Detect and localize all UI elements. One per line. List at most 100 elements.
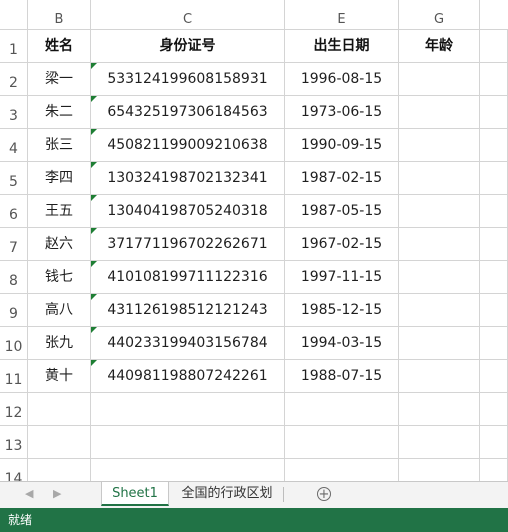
empty-cell[interactable]	[480, 63, 508, 96]
table-cell-dob[interactable]: 1996-08-15	[285, 63, 399, 96]
empty-cell[interactable]	[480, 426, 508, 459]
table-cell-age[interactable]	[399, 228, 480, 261]
table-cell-id[interactable]: 450821199009210638	[91, 129, 285, 162]
column-header-row: B C E G	[0, 0, 508, 30]
empty-cell[interactable]	[28, 459, 91, 481]
row-header-4[interactable]: 4	[0, 129, 28, 162]
header-cell[interactable]: 身份证号	[91, 30, 285, 63]
row-header-3[interactable]: 3	[0, 96, 28, 129]
table-cell-age[interactable]	[399, 162, 480, 195]
table-cell-name[interactable]: 梁一	[28, 63, 91, 96]
row-header-9[interactable]: 9	[0, 294, 28, 327]
add-sheet-icon[interactable]: +	[317, 487, 331, 501]
empty-cell[interactable]	[480, 129, 508, 162]
header-cell[interactable]: 出生日期	[285, 30, 399, 63]
table-cell-age[interactable]	[399, 63, 480, 96]
table-cell-name[interactable]: 李四	[28, 162, 91, 195]
column-header-g[interactable]: G	[399, 0, 480, 30]
table-cell-id[interactable]: 440233199403156784	[91, 327, 285, 360]
empty-cell[interactable]	[480, 30, 508, 63]
table-cell-age[interactable]	[399, 195, 480, 228]
table-cell-id[interactable]: 371771196702262671	[91, 228, 285, 261]
empty-cell[interactable]	[91, 459, 285, 481]
table-cell-name[interactable]: 钱七	[28, 261, 91, 294]
table-cell-dob[interactable]: 1987-05-15	[285, 195, 399, 228]
table-cell-dob[interactable]: 1990-09-15	[285, 129, 399, 162]
row-header-2[interactable]: 2	[0, 63, 28, 96]
empty-cell[interactable]	[480, 327, 508, 360]
table-cell-dob[interactable]: 1994-03-15	[285, 327, 399, 360]
table-cell-name[interactable]: 黄十	[28, 360, 91, 393]
table-cell-age[interactable]	[399, 360, 480, 393]
error-indicator-icon	[91, 228, 97, 234]
empty-cell[interactable]	[480, 261, 508, 294]
row-header-8[interactable]: 8	[0, 261, 28, 294]
empty-cell[interactable]	[399, 393, 480, 426]
empty-cell[interactable]	[480, 360, 508, 393]
table-cell-age[interactable]	[399, 327, 480, 360]
column-header-e[interactable]: E	[285, 0, 399, 30]
table-cell-age[interactable]	[399, 129, 480, 162]
header-cell[interactable]: 姓名	[28, 30, 91, 63]
row-header-6[interactable]: 6	[0, 195, 28, 228]
table-cell-name[interactable]: 赵六	[28, 228, 91, 261]
empty-cell[interactable]	[285, 426, 399, 459]
empty-cell[interactable]	[28, 426, 91, 459]
empty-cell[interactable]	[480, 294, 508, 327]
column-header-next[interactable]	[480, 0, 508, 30]
empty-cell[interactable]	[480, 162, 508, 195]
next-sheet-icon[interactable]: ▶	[53, 487, 61, 500]
tab-admin-divisions[interactable]: 全国的行政区划	[172, 482, 282, 506]
table-cell-age[interactable]	[399, 96, 480, 129]
table-cell-dob[interactable]: 1973-06-15	[285, 96, 399, 129]
empty-cell[interactable]	[480, 96, 508, 129]
empty-cell[interactable]	[480, 393, 508, 426]
table-cell-id[interactable]: 654325197306184563	[91, 96, 285, 129]
table-cell-dob[interactable]: 1985-12-15	[285, 294, 399, 327]
row-header-7[interactable]: 7	[0, 228, 28, 261]
table-cell-dob[interactable]: 1988-07-15	[285, 360, 399, 393]
table-cell-id[interactable]: 130404198705240318	[91, 195, 285, 228]
empty-cell[interactable]	[480, 195, 508, 228]
empty-cell[interactable]	[91, 426, 285, 459]
table-cell-id[interactable]: 533124199608158931	[91, 63, 285, 96]
empty-cell[interactable]	[285, 459, 399, 481]
empty-cell[interactable]	[399, 459, 480, 481]
table-cell-id[interactable]: 410108199711122316	[91, 261, 285, 294]
select-all-corner[interactable]	[0, 0, 28, 30]
error-indicator-icon	[91, 261, 97, 267]
spreadsheet-grid[interactable]: B C E G 1 姓名 身份证号 出生日期 年龄 2 梁一 5331241996081589…	[0, 0, 508, 481]
header-cell[interactable]: 年龄	[399, 30, 480, 63]
tab-separator	[283, 487, 284, 502]
table-cell-dob[interactable]: 1967-02-15	[285, 228, 399, 261]
row-header-5[interactable]: 5	[0, 162, 28, 195]
table-cell-id[interactable]: 440981198807242261	[91, 360, 285, 393]
table-cell-id[interactable]: 130324198702132341	[91, 162, 285, 195]
empty-cell[interactable]	[480, 459, 508, 481]
table-cell-name[interactable]: 朱二	[28, 96, 91, 129]
row-header-1[interactable]: 1	[0, 30, 28, 63]
table-cell-name[interactable]: 张九	[28, 327, 91, 360]
table-cell-id[interactable]: 431126198512121243	[91, 294, 285, 327]
table-cell-age[interactable]	[399, 294, 480, 327]
table-cell-dob[interactable]: 1997-11-15	[285, 261, 399, 294]
row-header-10[interactable]: 10	[0, 327, 28, 360]
row-header-12[interactable]: 12	[0, 393, 28, 426]
empty-cell[interactable]	[91, 393, 285, 426]
table-cell-age[interactable]	[399, 261, 480, 294]
empty-cell[interactable]	[399, 426, 480, 459]
row-header-13[interactable]: 13	[0, 426, 28, 459]
table-cell-name[interactable]: 张三	[28, 129, 91, 162]
column-header-c[interactable]: C	[91, 0, 285, 30]
tab-sheet1[interactable]: Sheet1	[101, 482, 169, 506]
prev-sheet-icon[interactable]: ◀	[25, 487, 33, 500]
row-header-14[interactable]: 14	[0, 459, 28, 481]
column-header-b[interactable]: B	[28, 0, 91, 30]
empty-cell[interactable]	[28, 393, 91, 426]
row-header-11[interactable]: 11	[0, 360, 28, 393]
empty-cell[interactable]	[480, 228, 508, 261]
table-cell-dob[interactable]: 1987-02-15	[285, 162, 399, 195]
table-cell-name[interactable]: 王五	[28, 195, 91, 228]
empty-cell[interactable]	[285, 393, 399, 426]
table-cell-name[interactable]: 高八	[28, 294, 91, 327]
